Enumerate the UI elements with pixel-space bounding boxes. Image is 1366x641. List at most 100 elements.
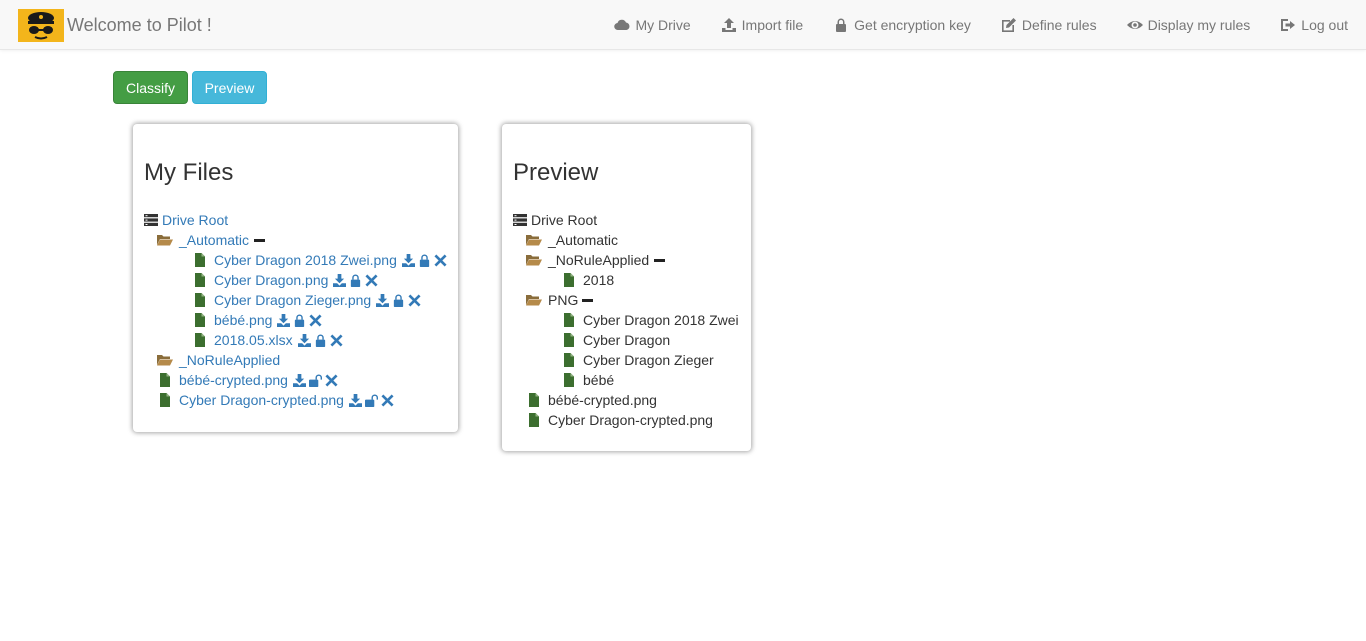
nav-import-file-label: Import file xyxy=(741,17,804,33)
tree-root-label[interactable]: Drive Root xyxy=(162,212,228,228)
file-item[interactable]: Cyber Dragon-crypted.png xyxy=(159,390,394,410)
folder-automatic-label[interactable]: _Automatic xyxy=(179,232,249,248)
nav-display-rules-label: Display my rules xyxy=(1147,17,1251,33)
file-item[interactable]: bébé-crypted.png xyxy=(159,370,338,390)
remove-icon[interactable] xyxy=(381,394,394,407)
preview-button[interactable]: Preview xyxy=(192,71,267,104)
preview-title: Preview xyxy=(513,159,599,186)
brand[interactable]: Welcome to Pilot ! xyxy=(18,6,212,44)
file-icon xyxy=(563,353,575,367)
collapse-minus-icon[interactable] xyxy=(582,298,594,302)
file-icon xyxy=(194,293,206,307)
remove-icon[interactable] xyxy=(365,274,378,287)
nav-define-rules[interactable]: Define rules xyxy=(1001,17,1097,33)
nav-display-rules[interactable]: Display my rules xyxy=(1126,17,1251,33)
top-navbar: Welcome to Pilot ! My Drive Import file … xyxy=(0,0,1366,50)
file-item[interactable]: Cyber Dragon Zieger.png xyxy=(194,290,421,310)
file-name[interactable]: 2018.05.xlsx xyxy=(214,332,293,348)
collapse-minus-icon[interactable] xyxy=(654,258,666,262)
download-icon[interactable] xyxy=(402,254,415,267)
file-item: Cyber Dragon 2018 Zwei xyxy=(563,310,739,330)
nav-links: My Drive Import file Get encryption key … xyxy=(614,0,1348,50)
tree-root-label: Drive Root xyxy=(531,212,598,228)
folder-open-icon xyxy=(157,353,173,367)
file-item: Cyber Dragon-crypted.png xyxy=(528,410,713,430)
file-name[interactable]: bébé.png xyxy=(214,312,272,328)
remove-icon[interactable] xyxy=(330,334,343,347)
download-icon[interactable] xyxy=(293,374,306,387)
nav-my-drive[interactable]: My Drive xyxy=(614,17,691,33)
file-name[interactable]: Cyber Dragon 2018 Zwei.png xyxy=(214,252,397,268)
download-icon[interactable] xyxy=(333,274,346,287)
classify-button[interactable]: Classify xyxy=(113,71,188,104)
collapse-minus-icon[interactable] xyxy=(254,238,266,242)
file-name[interactable]: bébé-crypted.png xyxy=(179,372,288,388)
file-name[interactable]: Cyber Dragon.png xyxy=(214,272,328,288)
file-name: Cyber Dragon-crypted.png xyxy=(548,412,713,428)
file-name[interactable]: Cyber Dragon-crypted.png xyxy=(179,392,344,408)
lock-icon[interactable] xyxy=(418,254,431,267)
file-name: bébé xyxy=(583,372,615,388)
unlock-icon[interactable] xyxy=(365,394,378,407)
server-icon xyxy=(144,213,158,227)
cloud-icon xyxy=(614,19,630,31)
nav-log-out-label: Log out xyxy=(1301,17,1348,33)
pilot-logo-icon xyxy=(18,8,64,42)
file-item[interactable]: bébé.png xyxy=(194,310,322,330)
nav-my-drive-label: My Drive xyxy=(635,17,691,33)
lock-icon[interactable] xyxy=(392,294,405,307)
download-icon[interactable] xyxy=(349,394,362,407)
unlock-icon[interactable] xyxy=(309,374,322,387)
tree-root[interactable]: Drive Root xyxy=(144,210,228,230)
lock-icon xyxy=(836,18,847,32)
lock-icon[interactable] xyxy=(349,274,362,287)
nav-encryption-key[interactable]: Get encryption key xyxy=(833,17,971,33)
file-name: 2018 xyxy=(583,272,615,288)
folder-norule-label[interactable]: _NoRuleApplied xyxy=(179,352,280,368)
file-item: bébé-crypted.png xyxy=(528,390,657,410)
my-files-panel: My Files Drive Root _Automatic Cyber Dra… xyxy=(133,124,458,432)
tree-root: Drive Root xyxy=(513,210,597,230)
download-icon[interactable] xyxy=(277,314,290,327)
lock-icon[interactable] xyxy=(314,334,327,347)
eye-icon xyxy=(1126,21,1143,29)
upload-icon xyxy=(721,18,736,32)
nav-log-out[interactable]: Log out xyxy=(1280,17,1348,33)
file-name[interactable]: Cyber Dragon Zieger.png xyxy=(214,292,371,308)
remove-icon[interactable] xyxy=(434,254,447,267)
remove-icon[interactable] xyxy=(408,294,421,307)
file-item: 2018 xyxy=(563,270,614,290)
nav-define-rules-label: Define rules xyxy=(1021,17,1097,33)
file-icon xyxy=(194,253,206,267)
download-icon[interactable] xyxy=(298,334,311,347)
lock-icon[interactable] xyxy=(293,314,306,327)
nav-import-file[interactable]: Import file xyxy=(721,17,803,33)
preview-panel: Preview Drive Root _Automatic _NoRuleApp… xyxy=(502,124,751,451)
remove-icon[interactable] xyxy=(325,374,338,387)
folder-norule[interactable]: _NoRuleApplied xyxy=(157,350,280,370)
folder-png: PNG xyxy=(526,290,594,310)
log-out-icon xyxy=(1281,19,1296,31)
file-item[interactable]: Cyber Dragon.png xyxy=(194,270,378,290)
file-icon xyxy=(194,313,206,327)
folder-open-icon xyxy=(157,233,173,247)
folder-png-label: PNG xyxy=(548,292,579,308)
file-icon xyxy=(563,373,575,387)
file-name: bébé-crypted.png xyxy=(548,392,657,408)
folder-open-icon xyxy=(526,293,542,307)
file-item[interactable]: 2018.05.xlsx xyxy=(194,330,343,350)
folder-norule-label: _NoRuleApplied xyxy=(548,252,650,268)
file-name: Cyber Dragon 2018 Zwei xyxy=(583,312,739,328)
folder-automatic[interactable]: _Automatic xyxy=(157,230,266,250)
file-item[interactable]: Cyber Dragon 2018 Zwei.png xyxy=(194,250,447,270)
remove-icon[interactable] xyxy=(309,314,322,327)
edit-icon xyxy=(1001,18,1016,32)
file-icon xyxy=(159,373,171,387)
nav-encryption-key-label: Get encryption key xyxy=(854,17,971,33)
file-icon xyxy=(528,393,540,407)
brand-title: Welcome to Pilot ! xyxy=(67,14,212,35)
folder-automatic-label: _Automatic xyxy=(548,232,619,248)
folder-automatic: _Automatic xyxy=(526,230,618,250)
download-icon[interactable] xyxy=(376,294,389,307)
file-icon xyxy=(528,413,540,427)
